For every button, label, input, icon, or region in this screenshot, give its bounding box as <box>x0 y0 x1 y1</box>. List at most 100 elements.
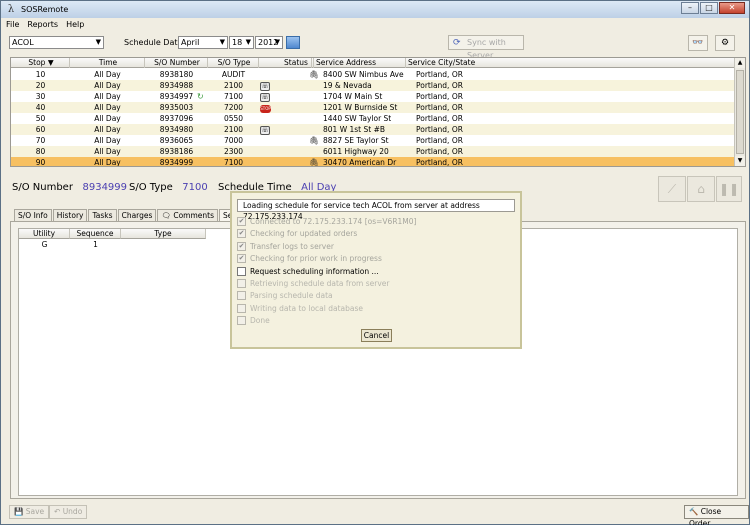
col-city[interactable]: Service City/State <box>406 58 735 68</box>
tab-tasks[interactable]: Tasks <box>88 209 117 221</box>
row-address: 1201 W Burnside St <box>323 103 398 112</box>
row-city: Portland, OR <box>416 70 463 79</box>
row-so-number: 8938186 <box>159 147 194 156</box>
col-address[interactable]: Service Address <box>314 58 406 68</box>
row-time: All Day <box>94 136 121 145</box>
col-so-type[interactable]: S/O Type <box>208 58 259 68</box>
hammer-icon: 🔨 <box>689 507 699 516</box>
table-row[interactable]: 70 All Day 8936065 7000 8827 SE Taylor St Por… <box>11 135 735 146</box>
table-scrollbar[interactable]: ▲ ▼ <box>734 58 745 166</box>
menu-reports[interactable]: Reports <box>23 20 62 29</box>
row-so-type: 7100 <box>223 92 244 101</box>
schedule-table[interactable]: Stop ▼ Time S/O Number S/O Type Status S… <box>10 57 746 167</box>
tab-comments-label: Comments <box>173 211 214 220</box>
col-sequence[interactable]: Sequence <box>70 229 121 239</box>
summary-so-number: S/O Number 8934999 <box>12 181 127 195</box>
col-stop-label: Stop <box>28 58 46 67</box>
toolbar: ACOL ▼ Schedule Date April ▼ 18 ▼ 2012 ▼… <box>2 31 748 60</box>
scroll-thumb[interactable] <box>736 70 744 154</box>
paperclip-icon: 🖇 <box>309 136 320 145</box>
year-select[interactable]: 2012 ▼ <box>255 36 283 49</box>
menu-file[interactable]: File <box>2 20 23 29</box>
stop-icon: STOP <box>260 105 271 113</box>
checkbox-icon: ✔ <box>237 254 246 264</box>
tab-so-info[interactable]: S/O Info <box>14 209 52 221</box>
phone-icon-cell: ☏ <box>260 80 274 91</box>
row-stop: 80 <box>35 147 46 156</box>
row-time: All Day <box>94 70 121 79</box>
row-stop: 70 <box>35 136 46 145</box>
maximize-button[interactable]: □ <box>700 2 718 14</box>
row-city: Portland, OR <box>416 125 463 134</box>
tech-select[interactable]: ACOL ▼ <box>9 36 104 49</box>
save-button[interactable]: 💾 Save <box>9 505 50 519</box>
home-button[interactable]: ⌂ <box>687 176 715 202</box>
row-so-number: 8936065 <box>159 136 194 145</box>
refresh-icon: ↻ <box>197 92 204 101</box>
loading-step-label: Writing data to local database <box>250 303 363 313</box>
row-stop: 40 <box>35 103 46 112</box>
scroll-up-icon[interactable]: ▲ <box>735 58 745 68</box>
tools-button[interactable]: ⚙ <box>715 35 735 51</box>
scroll-down-icon[interactable]: ▼ <box>735 156 745 166</box>
paperclip-icon: 🖇 <box>309 70 320 79</box>
calendar-icon[interactable] <box>286 36 300 49</box>
pause-icon: ❚❚ <box>718 182 740 196</box>
row-so-type: 2100 <box>223 125 244 134</box>
row-so-type: 0550 <box>223 114 244 123</box>
table-row[interactable]: 20 All Day 8934988 2100 19 & Nevada Portland,… <box>11 80 735 91</box>
col-status[interactable]: Status <box>277 58 314 68</box>
loading-step: Retrieving schedule data from server <box>237 278 389 289</box>
checkbox-icon <box>237 266 246 276</box>
summary-so-type: S/O Type 7100 <box>129 181 208 195</box>
day-select-value: 18 <box>232 38 243 47</box>
col-type[interactable]: Type <box>121 229 206 239</box>
table-row[interactable]: 90 All Day 8934999 7100 30470 American Dr Por… <box>11 157 735 167</box>
pause-button[interactable]: ❚❚ <box>716 176 742 202</box>
tab-history[interactable]: History <box>52 209 88 221</box>
col-stop[interactable]: Stop ▼ <box>11 58 70 68</box>
checkbox-icon: ✔ <box>237 241 246 251</box>
row-so-type: 7000 <box>223 136 244 145</box>
col-utility[interactable]: Utility <box>19 229 70 239</box>
detail-tabs: S/O Info History Tasks Charges 🗨 Comment… <box>14 209 247 221</box>
row-time: All Day <box>94 92 121 101</box>
table-row[interactable]: 80 All Day 8938186 2300 6011 Highway 20 Portl… <box>11 146 735 157</box>
row-time: All Day <box>94 114 121 123</box>
menu-help[interactable]: Help <box>62 20 88 29</box>
phone-icon: ☏ <box>260 93 270 102</box>
tab-comments[interactable]: 🗨 Comments <box>157 209 218 221</box>
route-button[interactable]: ⟋ <box>658 176 686 202</box>
sync-with-server-button[interactable]: ⟳ Sync with Server <box>448 35 524 60</box>
row-city: Portland, OR <box>416 92 463 101</box>
month-select[interactable]: April ▼ <box>178 36 228 49</box>
app-window: λ SOSRemote – □ ✕ File Reports Help ACOL… <box>0 0 750 525</box>
loading-step: Writing data to local database <box>237 303 363 314</box>
col-time[interactable]: Time <box>70 58 145 68</box>
close-order-button[interactable]: 🔨 Close Order <box>684 505 749 525</box>
so-number-value: 8934999 <box>82 182 128 193</box>
row-so-type: 7100 <box>223 158 244 167</box>
row-city: Portland, OR <box>416 136 463 145</box>
col-so-number[interactable]: S/O Number <box>145 58 208 68</box>
tab-charges[interactable]: Charges <box>117 209 157 221</box>
table-row[interactable]: 40 All Day 8935003 7200 1201 W Burnside St Po… <box>11 102 735 113</box>
table-row[interactable]: 30 All Day 8934997 7100 1704 W Main St Portla… <box>11 91 735 102</box>
table-row[interactable]: 60 All Day 8934980 2100 801 W 1st St #B Portl… <box>11 124 735 135</box>
table-row[interactable]: 50 All Day 8937096 0550 1440 SW Taylor St Por… <box>11 113 735 124</box>
row-time: All Day <box>94 158 121 167</box>
detail-utility: G <box>41 240 48 249</box>
stop-icon-cell: STOP <box>260 102 274 113</box>
binoculars-button[interactable]: 👓 <box>688 35 708 51</box>
cancel-button[interactable]: Cancel <box>361 329 392 342</box>
undo-button[interactable]: ↶ Undo <box>49 505 88 519</box>
day-select[interactable]: 18 ▼ <box>229 36 254 49</box>
minimize-button[interactable]: – <box>681 2 699 14</box>
paperclip-icon: 🖇 <box>309 158 320 167</box>
loading-message: Loading schedule for service tech ACOL f… <box>237 199 515 221</box>
chevron-down-icon: ▼ <box>219 38 225 46</box>
sync-icon: ⟳ <box>453 38 461 48</box>
close-window-button[interactable]: ✕ <box>719 2 745 14</box>
row-so-type: 2100 <box>223 81 244 90</box>
table-row[interactable]: 10 All Day 8938180 AUDIT 8400 SW Nimbus Ave P… <box>11 69 735 80</box>
